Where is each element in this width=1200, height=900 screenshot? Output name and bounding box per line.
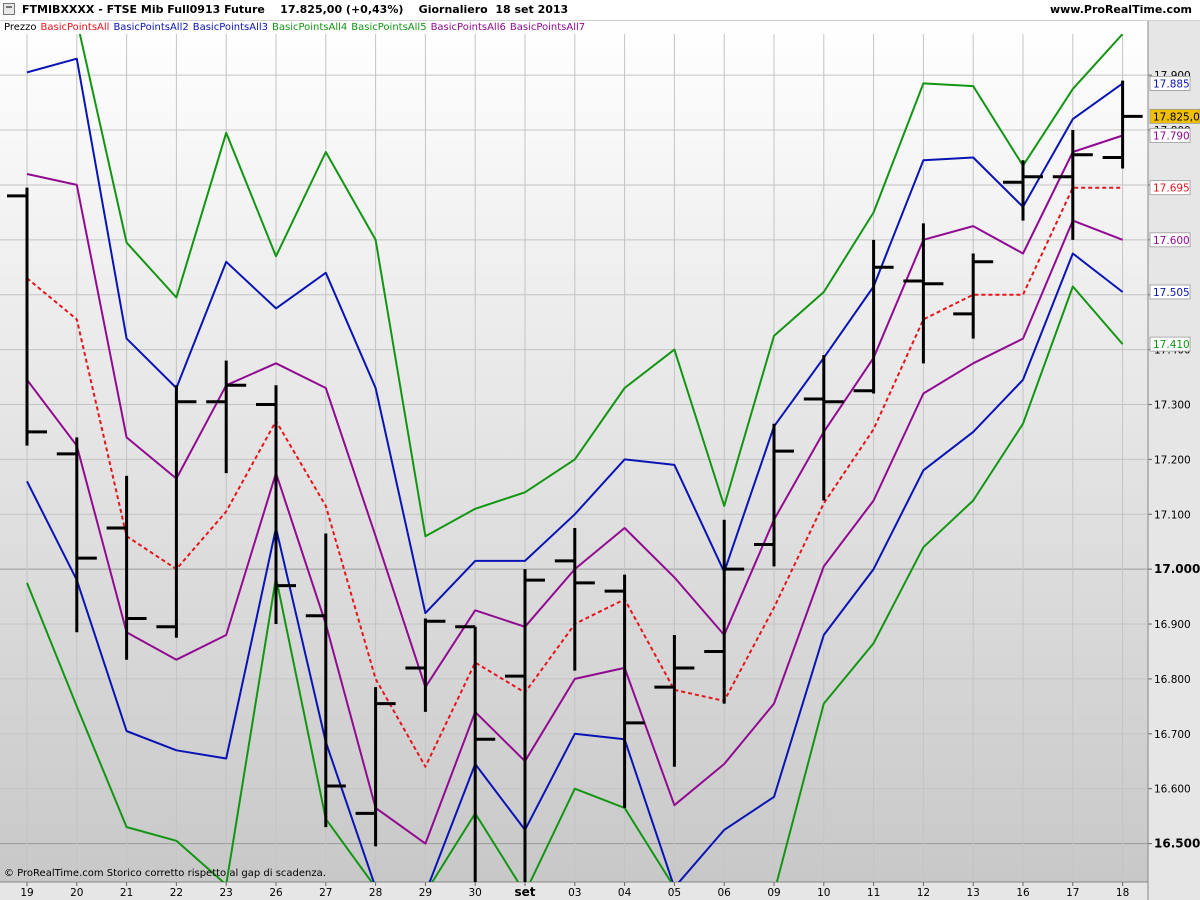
value-label: 17.600 — [1153, 235, 1190, 247]
y-tick-label: 17.000 — [1154, 562, 1200, 576]
x-tick-label: 12 — [917, 887, 930, 899]
window-icon[interactable] — [3, 3, 15, 15]
x-tick-label: 17 — [1066, 887, 1079, 899]
x-tick-label: 06 — [718, 887, 732, 899]
x-tick-label: 26 — [269, 887, 283, 899]
x-tick-label: 10 — [817, 887, 830, 899]
x-tick-label: 19 — [20, 887, 33, 899]
chart-window: 16.500 16.600 16.700 16.800 16.900 17.000 17.1… — [0, 0, 1200, 900]
footer-note: © ProRealTime.com Storico corretto rispe… — [4, 868, 326, 879]
brand-link[interactable]: www.ProRealTime.com — [1050, 3, 1192, 16]
x-tick-label: 21 — [120, 887, 133, 899]
legend-item[interactable]: BasicPointsAll7 — [510, 22, 585, 33]
x-tick-label: set — [514, 885, 535, 899]
y-tick-label: 16.700 — [1154, 729, 1191, 741]
legend-item[interactable]: BasicPointsAll2 — [113, 22, 188, 33]
axis-background — [1148, 20, 1200, 882]
legend-item[interactable]: BasicPointsAll4 — [272, 22, 347, 33]
y-tick-label: 17.200 — [1154, 454, 1191, 466]
legend-item[interactable]: BasicPointsAll — [41, 22, 110, 33]
x-tick-label: 05 — [668, 887, 681, 899]
legend-item[interactable]: BasicPointsAll6 — [431, 22, 506, 33]
x-tick-label: 18 — [1116, 887, 1129, 899]
y-tick-label: 17.100 — [1154, 509, 1191, 521]
value-label: 17.695 — [1153, 183, 1190, 195]
legend-item[interactable]: BasicPointsAll3 — [193, 22, 268, 33]
title-bar: FTMIBXXXX - FTSE Mib Full0913 Future 17.… — [0, 0, 1200, 21]
x-tick-label: 03 — [568, 887, 581, 899]
x-tick-label: 16 — [1016, 887, 1030, 899]
legend-item[interactable]: BasicPointsAll5 — [351, 22, 426, 33]
window-title: FTMIBXXXX - FTSE Mib Full0913 Future 17.… — [22, 3, 569, 16]
y-tick-label: 16.600 — [1154, 784, 1191, 796]
price-chart[interactable]: 16.500 16.600 16.700 16.800 16.900 17.000 17.1… — [0, 0, 1200, 900]
x-tick-label: 09 — [767, 887, 780, 899]
indicator-legend: Prezzo BasicPointsAll BasicPointsAll2 Basic… — [4, 22, 589, 33]
value-label: 17.790 — [1153, 131, 1190, 143]
y-tick-label: 17.300 — [1154, 399, 1191, 411]
x-tick-label: 11 — [867, 887, 880, 899]
legend-item[interactable]: Prezzo — [4, 22, 37, 33]
x-tick-label: 27 — [319, 887, 332, 899]
value-label: 17.410 — [1153, 339, 1190, 351]
x-tick-label: 20 — [70, 887, 83, 899]
y-tick-label: 16.900 — [1154, 619, 1191, 631]
x-tick-label: 22 — [170, 887, 183, 899]
x-tick-label: 04 — [618, 887, 632, 899]
plot-background — [0, 20, 1148, 882]
y-tick-label: 16.500 — [1154, 837, 1200, 851]
x-tick-label: 13 — [967, 887, 980, 899]
value-label: 17.885 — [1153, 78, 1190, 90]
x-tick-label: 30 — [469, 887, 482, 899]
x-tick-label: 29 — [419, 887, 432, 899]
x-tick-label: 23 — [220, 887, 233, 899]
x-tick-label: 28 — [369, 887, 382, 899]
value-label: 17.825,00 — [1153, 111, 1200, 123]
value-label: 17.505 — [1153, 287, 1190, 299]
y-tick-label: 16.800 — [1154, 674, 1191, 686]
